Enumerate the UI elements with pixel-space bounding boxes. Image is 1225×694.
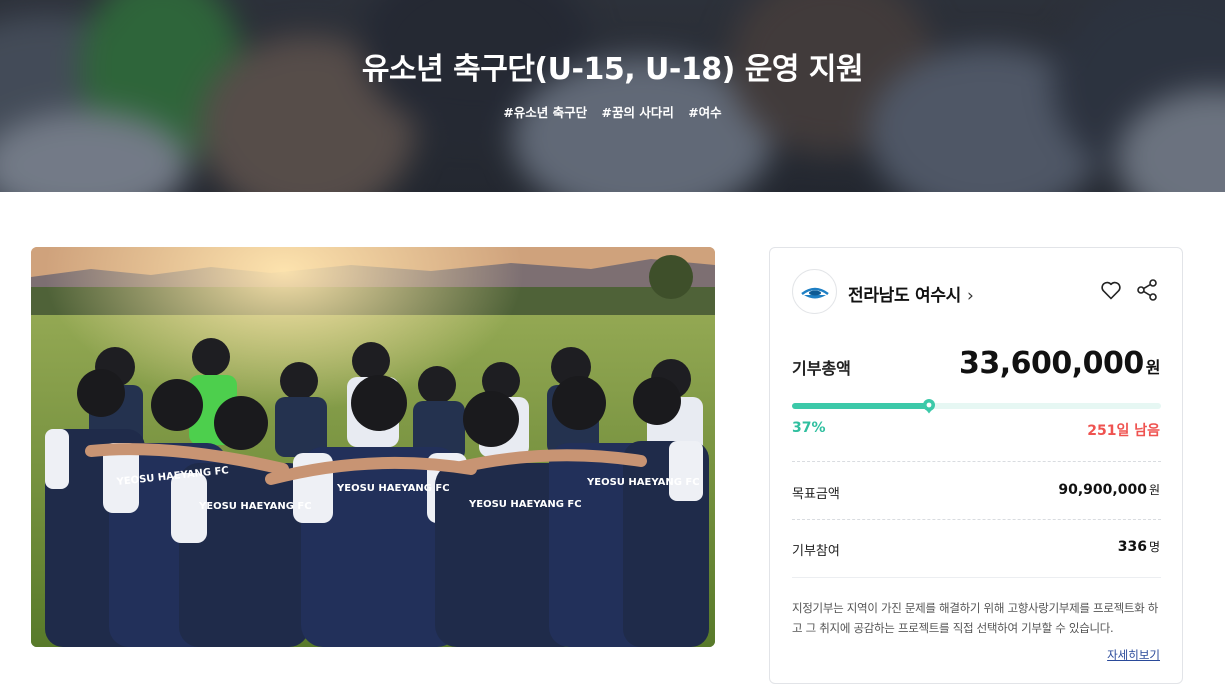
divider (792, 461, 1161, 462)
chevron-right-icon: › (967, 286, 974, 306)
participants-value: 336 (1117, 539, 1147, 555)
participants-unit: 명 (1148, 540, 1160, 554)
hero-overlay (0, 0, 1225, 192)
org-name: 전라남도 여수시 (848, 286, 961, 306)
info-description: 지정기부는 지역이 가진 문제를 해결하기 위해 고향사랑기부제를 프로젝트화 … (792, 601, 1159, 635)
participants-label: 기부참여 (792, 544, 840, 559)
hashtag-youth-football[interactable]: #유소년 축구단 (503, 105, 587, 120)
team-huddle-illustration: YEOSU HAEYANG FC YEOSU HAEYANG FC YEOSU … (31, 247, 715, 647)
total-donation-amount: 33,600,000 원 (958, 346, 1161, 381)
participants-count: 336 명 (1118, 538, 1160, 555)
goal-amount: 90,900,000 원 (1058, 481, 1160, 498)
total-donation-label: 기부총액 (792, 359, 851, 378)
jersey-text-2: YEOSU HAEYANG FC (198, 501, 312, 512)
hero-banner: 유소년 축구단(U-15, U-18) 운영 지원 #유소년 축구단 #꿈의 사… (0, 0, 1225, 192)
divider (792, 519, 1161, 520)
goal-unit: 원 (1148, 483, 1160, 497)
page-title: 유소년 축구단(U-15, U-18) 운영 지원 (361, 52, 864, 87)
goal-label: 목표금액 (792, 487, 840, 502)
more-info-link[interactable]: 자세히보기 (1107, 647, 1160, 663)
goal-value: 90,900,000 (1058, 482, 1147, 498)
jersey-text-3: YEOSU HAEYANG FC (336, 483, 450, 494)
heart-icon (1101, 281, 1121, 300)
total-donation-value: 33,600,000 (958, 346, 1144, 381)
map-pin-icon (922, 399, 935, 414)
org-link[interactable]: 전라남도 여수시 › (848, 281, 974, 306)
share-button[interactable] (1135, 278, 1159, 302)
like-button[interactable] (1099, 278, 1123, 302)
donation-summary-card: 전라남도 여수시 › 기부총액 33,600,000 원 37% 251일 남음 목… (769, 247, 1183, 684)
jersey-text-4: YEOSU HAEYANG FC (468, 499, 582, 510)
city-logo-icon (792, 269, 837, 314)
hashtag-ladder-of-dreams[interactable]: #꿈의 사다리 (602, 105, 674, 120)
hashtag-yeosu[interactable]: #여수 (688, 105, 721, 120)
hashtag-list: #유소년 축구단 #꿈의 사다리 #여수 (0, 102, 1225, 121)
progress-bar (792, 399, 1161, 414)
share-icon (1137, 279, 1157, 301)
project-photo: YEOSU HAEYANG FC YEOSU HAEYANG FC YEOSU … (31, 247, 715, 647)
days-remaining: 251일 남음 (1087, 423, 1160, 439)
currency-unit: 원 (1145, 358, 1161, 377)
divider (792, 577, 1161, 578)
jersey-text-5: YEOSU HAEYANG FC (586, 477, 700, 488)
progress-fill (792, 403, 929, 409)
progress-percent: 37% (792, 420, 826, 436)
